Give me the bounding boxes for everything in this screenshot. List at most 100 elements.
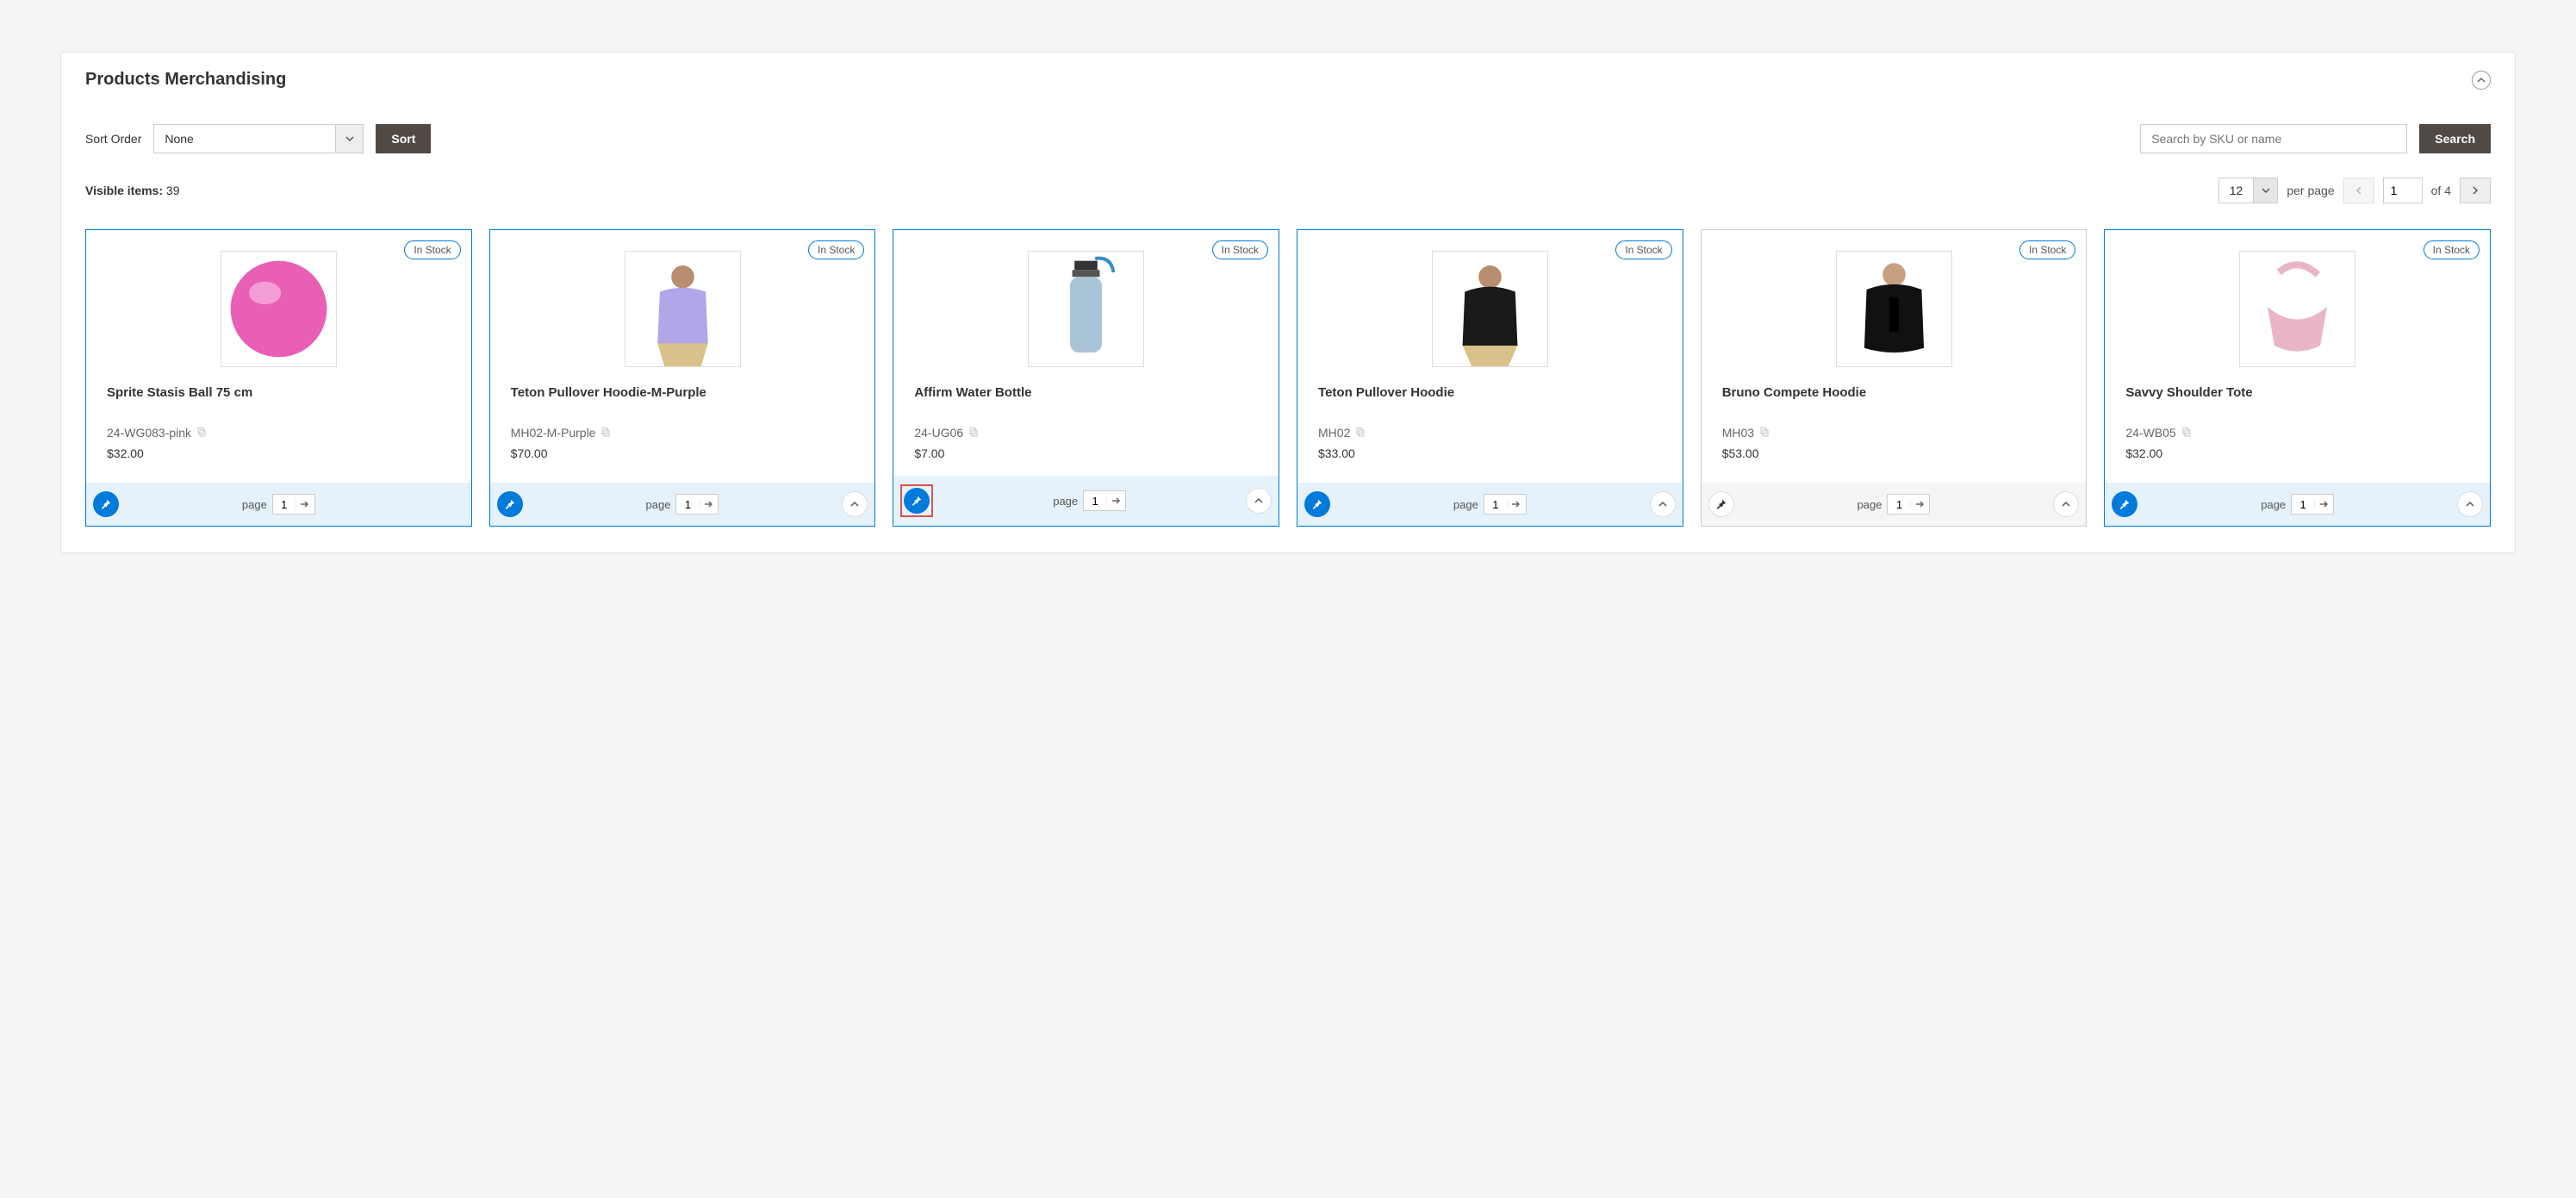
info-row: Visible items: 39 12 per page of 4 bbox=[85, 178, 2491, 203]
stock-badge: In Stock bbox=[808, 240, 864, 259]
card-page-group: page bbox=[1453, 494, 1527, 515]
stock-badge: In Stock bbox=[404, 240, 460, 259]
product-sku: MH02-M-Purple bbox=[511, 426, 855, 440]
product-footer: page bbox=[86, 483, 471, 526]
sort-group: Sort Order None Sort bbox=[85, 124, 431, 153]
product-name: Sprite Stasis Ball 75 cm bbox=[107, 384, 451, 419]
pin-button[interactable] bbox=[1304, 491, 1330, 517]
pin-button[interactable] bbox=[93, 491, 119, 517]
card-page-input[interactable] bbox=[1484, 498, 1507, 511]
product-price: $32.00 bbox=[2125, 446, 2469, 460]
card-page-label: page bbox=[646, 498, 671, 511]
chevron-down-icon bbox=[2253, 178, 2277, 203]
copy-icon[interactable] bbox=[1759, 426, 1770, 440]
card-page-input[interactable] bbox=[2292, 498, 2314, 511]
product-footer: page bbox=[1297, 483, 1683, 526]
search-button[interactable]: Search bbox=[2419, 124, 2491, 153]
move-to-top-button[interactable] bbox=[2053, 491, 2079, 517]
product-footer: page bbox=[1702, 483, 2087, 526]
copy-icon[interactable] bbox=[196, 426, 207, 440]
move-to-top-button[interactable] bbox=[1650, 491, 1676, 517]
product-body: Affirm Water Bottle24-UG06$7.00 bbox=[893, 376, 1279, 476]
product-image bbox=[221, 251, 337, 367]
controls-row: Sort Order None Sort Search bbox=[85, 124, 2491, 153]
product-footer: page bbox=[490, 483, 875, 526]
sort-order-select[interactable]: None bbox=[153, 124, 364, 153]
product-card[interactable]: In Stock Teton Pullover Hoodie-M-Purple MH… bbox=[489, 229, 876, 527]
product-image bbox=[625, 251, 741, 367]
card-page-input-group bbox=[1887, 494, 1930, 515]
page-of-label: of 4 bbox=[2431, 184, 2451, 197]
move-to-top-button[interactable] bbox=[842, 491, 868, 517]
product-card[interactable]: In Stock Affirm Water Bottle24-UG06$7.00 p… bbox=[893, 229, 1279, 527]
card-page-group: page bbox=[1053, 490, 1126, 511]
copy-icon[interactable] bbox=[600, 426, 611, 440]
card-page-group: page bbox=[2261, 494, 2334, 515]
current-page-input[interactable] bbox=[2383, 178, 2423, 203]
stock-badge: In Stock bbox=[1212, 240, 1268, 259]
stock-badge: In Stock bbox=[2424, 240, 2480, 259]
card-page-input[interactable] bbox=[1084, 495, 1106, 508]
product-price: $33.00 bbox=[1318, 446, 1662, 460]
product-price: $53.00 bbox=[1722, 446, 2066, 460]
card-page-input[interactable] bbox=[273, 498, 296, 511]
card-page-go[interactable] bbox=[1106, 496, 1125, 505]
card-page-input[interactable] bbox=[1888, 498, 1910, 511]
pin-button[interactable] bbox=[497, 491, 523, 517]
card-page-group: page bbox=[646, 494, 719, 515]
move-to-top-button[interactable] bbox=[1246, 488, 1272, 514]
product-card[interactable]: In StockTeton Pullover HoodieMH02$33.00p… bbox=[1297, 229, 1683, 527]
card-page-go[interactable] bbox=[699, 500, 718, 509]
product-name: Affirm Water Bottle bbox=[914, 384, 1258, 419]
product-name: Savvy Shoulder Tote bbox=[2125, 384, 2469, 419]
product-sku: 24-WB05 bbox=[2125, 426, 2469, 440]
product-card[interactable]: In StockBruno Compete HoodieMH03$53.00pa… bbox=[1701, 229, 2088, 527]
panel-title: Products Merchandising bbox=[85, 70, 286, 90]
product-image bbox=[1836, 251, 1952, 367]
pin-button[interactable] bbox=[2112, 491, 2137, 517]
product-sku: MH02 bbox=[1318, 426, 1662, 440]
product-body: Teton Pullover Hoodie-M-Purple MH02-M-Pur… bbox=[490, 376, 875, 483]
card-page-go[interactable] bbox=[1507, 500, 1526, 509]
card-page-input-group bbox=[1083, 490, 1126, 511]
card-page-group: page bbox=[242, 494, 315, 515]
search-input[interactable] bbox=[2140, 124, 2407, 153]
product-image bbox=[1432, 251, 1548, 367]
card-page-input-group bbox=[675, 494, 719, 515]
card-page-go[interactable] bbox=[296, 500, 314, 509]
sort-button[interactable]: Sort bbox=[376, 124, 431, 153]
prev-page-button[interactable] bbox=[2343, 178, 2374, 203]
product-card[interactable]: In StockSprite Stasis Ball 75 cm24-WG083… bbox=[85, 229, 472, 527]
sort-order-label: Sort Order bbox=[85, 132, 141, 146]
product-card[interactable]: In Stock Savvy Shoulder Tote 24-WB05 $32.00… bbox=[2104, 229, 2491, 527]
copy-icon[interactable] bbox=[968, 426, 979, 440]
visible-items-count: 39 bbox=[166, 184, 180, 197]
card-page-input-group bbox=[1484, 494, 1527, 515]
copy-icon[interactable] bbox=[2181, 426, 2192, 440]
products-grid: In StockSprite Stasis Ball 75 cm24-WG083… bbox=[85, 229, 2491, 527]
panel-header: Products Merchandising bbox=[85, 70, 2491, 90]
product-name: Teton Pullover Hoodie-M-Purple bbox=[511, 384, 855, 419]
stock-badge: In Stock bbox=[1615, 240, 1671, 259]
visible-items-label: Visible items: bbox=[85, 184, 163, 197]
card-page-input-group bbox=[2291, 494, 2334, 515]
copy-icon[interactable] bbox=[1355, 426, 1366, 440]
card-page-go[interactable] bbox=[1910, 500, 1929, 509]
next-page-button[interactable] bbox=[2460, 178, 2491, 203]
pin-highlight bbox=[900, 484, 933, 517]
product-image bbox=[2239, 251, 2355, 367]
collapse-panel-button[interactable] bbox=[2472, 71, 2491, 90]
per-page-select[interactable]: 12 bbox=[2218, 178, 2279, 203]
move-to-top-button[interactable] bbox=[2457, 491, 2483, 517]
visible-items: Visible items: 39 bbox=[85, 184, 179, 197]
product-footer: page bbox=[893, 476, 1279, 526]
chevron-right-icon bbox=[2471, 186, 2480, 195]
card-page-go[interactable] bbox=[2314, 500, 2333, 509]
product-footer: page bbox=[2105, 483, 2490, 526]
card-page-label: page bbox=[1053, 495, 1078, 508]
pin-button[interactable] bbox=[904, 488, 930, 514]
product-body: Savvy Shoulder Tote 24-WB05 $32.00 bbox=[2105, 376, 2490, 483]
pin-button[interactable] bbox=[1708, 491, 1734, 517]
card-page-group: page bbox=[1857, 494, 1931, 515]
card-page-input[interactable] bbox=[676, 498, 699, 511]
